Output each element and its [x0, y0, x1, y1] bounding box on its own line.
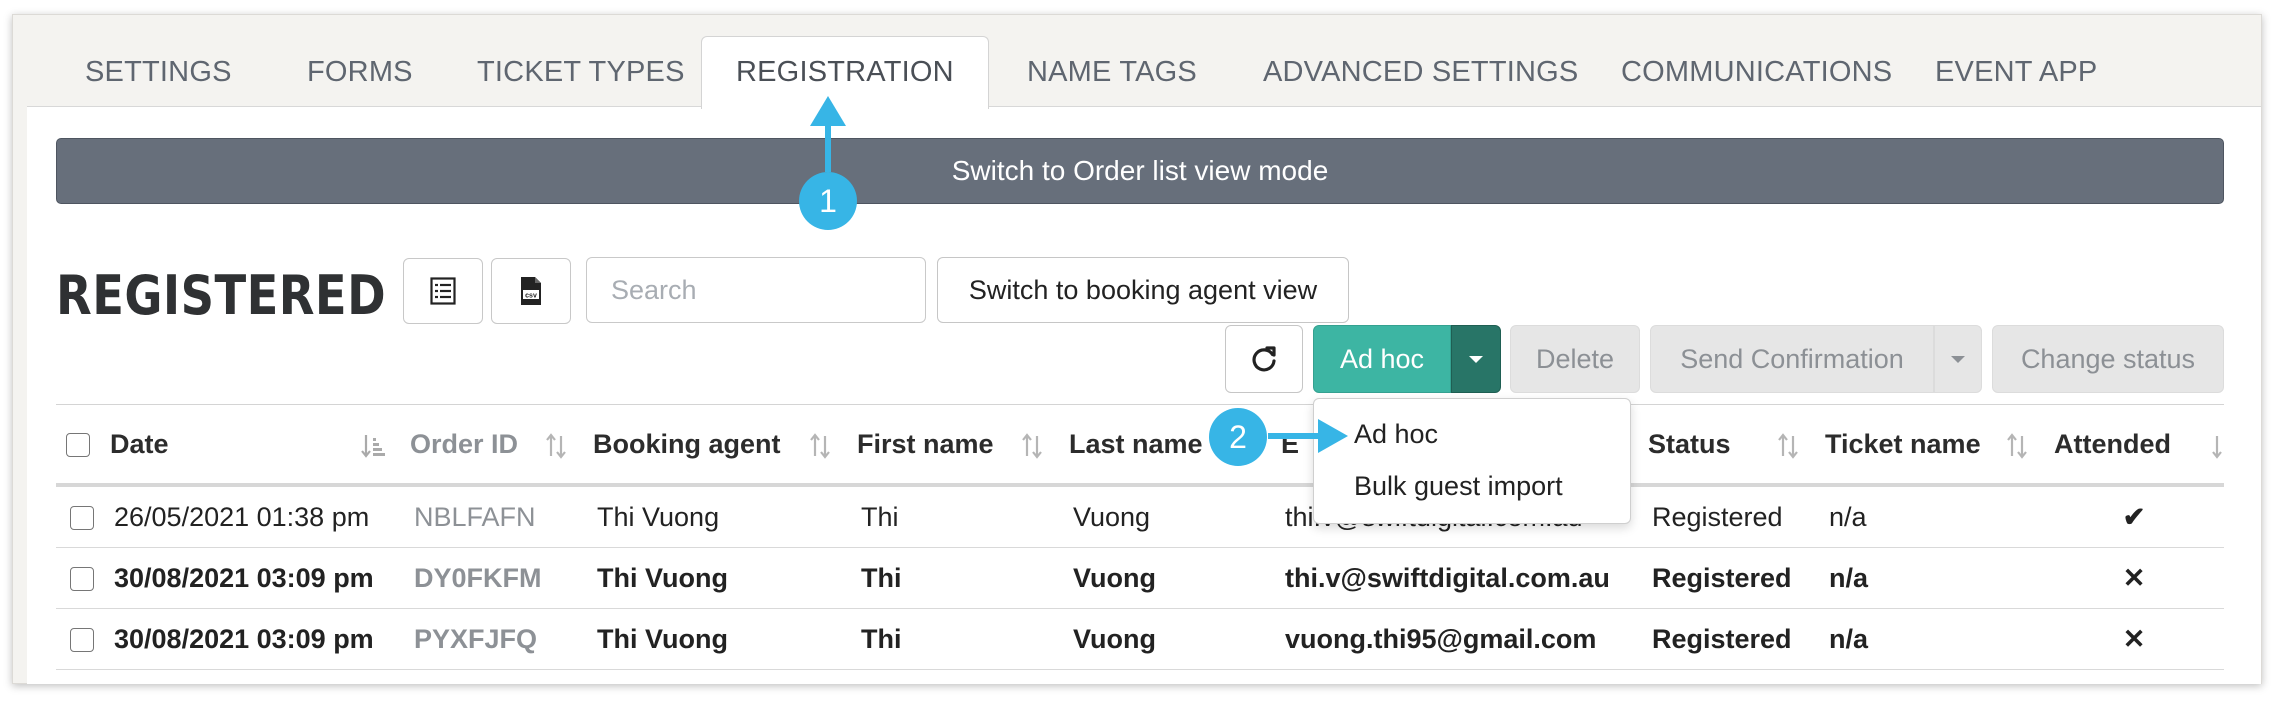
annotation-badge-1: 1 [799, 172, 857, 230]
arrow-1-head [810, 96, 846, 126]
annotation-badge-2: 2 [1209, 408, 1267, 466]
arrow-2-head [1318, 419, 1348, 453]
annotation-arrows [810, 96, 1348, 453]
